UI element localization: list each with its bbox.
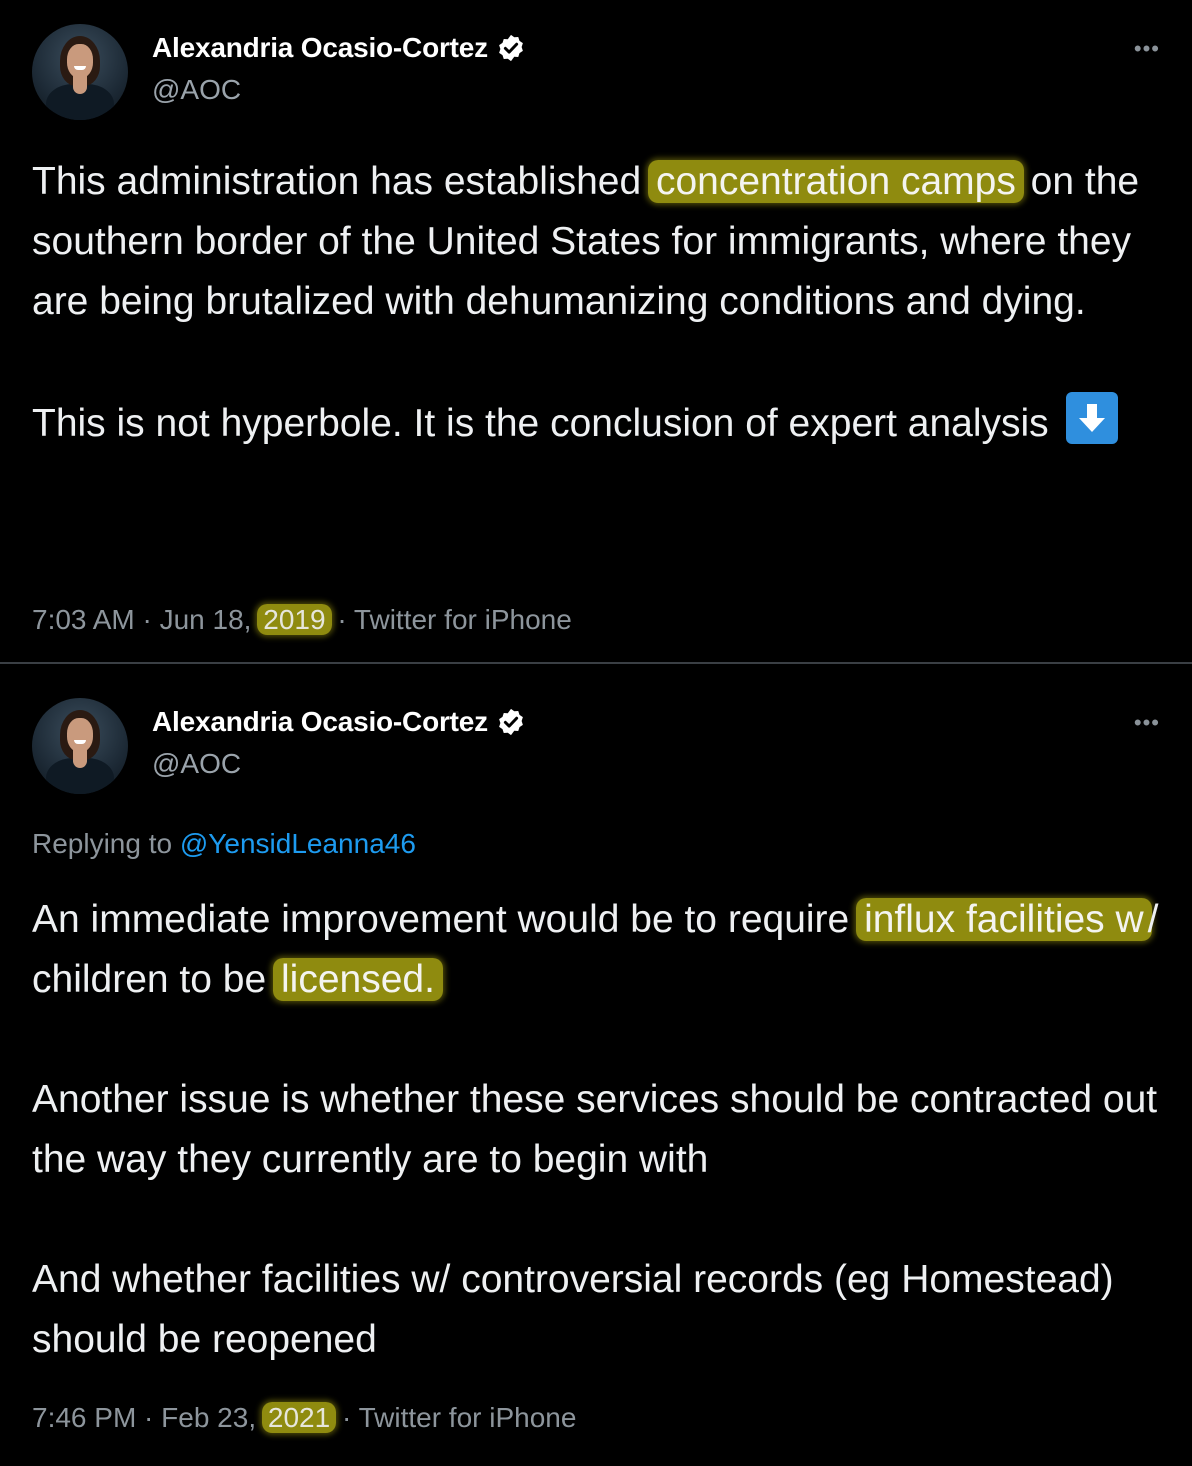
highlighted-text: concentration camps: [647, 160, 1024, 203]
tweet-source[interactable]: · Twitter for iPhone: [330, 604, 572, 635]
text-segment: This is not hyperbole. It is the conclus…: [32, 402, 1049, 445]
highlighted-text: licensed.: [273, 958, 443, 1001]
author-name[interactable]: Alexandria Ocasio-Cortez: [152, 706, 488, 738]
verified-badge-icon: [499, 708, 523, 736]
tweet-metadata: 7:03 AM · Jun 18, 2019 · Twitter for iPh…: [32, 604, 572, 636]
tweet-1[interactable]: Alexandria Ocasio-Cortez @AOC ••• This a…: [0, 0, 1192, 662]
highlighted-year: 2021: [261, 1402, 337, 1433]
tweet-text: An immediate improvement would be to req…: [32, 890, 1172, 1370]
replying-label: Replying to: [32, 828, 180, 859]
author-name[interactable]: Alexandria Ocasio-Cortez: [152, 32, 488, 64]
author-handle[interactable]: @AOC: [152, 748, 241, 780]
highlighted-text: influx facilities w: [856, 898, 1152, 941]
highlighted-year: 2019: [257, 604, 332, 635]
tweet-2[interactable]: Alexandria Ocasio-Cortez @AOC ••• Replyi…: [0, 664, 1192, 1466]
replying-handle-link[interactable]: @YensidLeanna46: [180, 828, 416, 859]
text-paragraph: Another issue is whether these services …: [32, 1078, 1158, 1181]
more-options-icon[interactable]: •••: [1134, 710, 1160, 736]
tweet-source[interactable]: · Twitter for iPhone: [334, 1402, 577, 1433]
tweet-metadata: 7:46 PM · Feb 23, 2021 · Twitter for iPh…: [32, 1402, 576, 1434]
text-paragraph: And whether facilities w/ controversial …: [32, 1258, 1114, 1361]
verified-badge-icon: [499, 34, 523, 62]
more-options-icon[interactable]: •••: [1134, 36, 1160, 62]
tweet-text: This administration has established conc…: [32, 152, 1172, 454]
down-arrow-icon: [1065, 392, 1118, 444]
avatar[interactable]: [32, 24, 128, 120]
author-handle[interactable]: @AOC: [152, 74, 241, 106]
replying-to: Replying to @YensidLeanna46: [32, 828, 416, 860]
avatar[interactable]: [32, 698, 128, 794]
text-segment: An immediate improvement would be to req…: [32, 898, 861, 941]
text-segment: This administration has established: [32, 160, 652, 203]
timestamp[interactable]: 7:46 PM · Feb 23,: [32, 1402, 264, 1433]
timestamp[interactable]: 7:03 AM · Jun 18,: [32, 604, 259, 635]
